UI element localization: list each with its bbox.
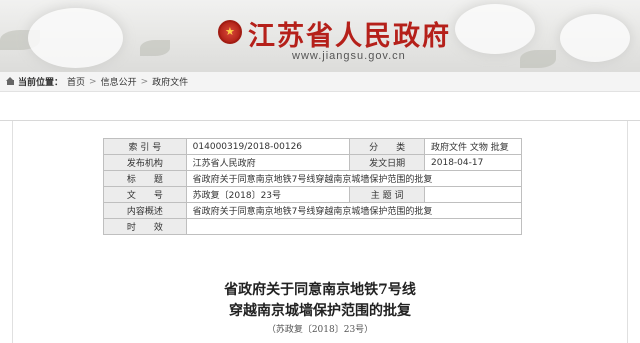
meta-value: 江苏省人民政府: [185, 154, 351, 171]
breadcrumb-label: 当前位置：: [18, 78, 64, 88]
breadcrumb: 当前位置： 首页 > 信息公开 > 政府文件: [0, 72, 640, 92]
meta-value: [185, 218, 523, 235]
breadcrumb-item-gov-documents[interactable]: 政府文件: [152, 75, 188, 88]
breadcrumb-separator: >: [140, 76, 149, 87]
meta-value: 2018-04-17: [424, 154, 522, 171]
table-row: 时 效: [103, 218, 523, 235]
meta-key: 时 效: [103, 218, 187, 235]
home-icon: [6, 77, 15, 86]
meta-key: 主 题 词: [349, 186, 426, 203]
document-meta-table: 索 引 号 014000319/2018-00126 分 类 政府文件 文物 批…: [103, 138, 523, 235]
meta-value: 政府文件 文物 批复: [424, 138, 522, 155]
meta-value: 苏政复〔2018〕23号: [185, 186, 351, 203]
leaf-decoration: [140, 40, 170, 56]
table-row: 内容概述 省政府关于同意南京地铁7号线穿越南京城墙保护范围的批复: [103, 202, 523, 219]
document-title-line-1: 省政府关于同意南京地铁7号线: [224, 282, 416, 298]
header-banner: 江苏省人民政府 www.jiangsu.gov.cn: [0, 0, 640, 72]
table-row: 文 号 苏政复〔2018〕23号 主 题 词: [103, 186, 522, 203]
meta-value: 省政府关于同意南京地铁7号线穿越南京城墙保护范围的批复: [185, 170, 523, 187]
flower-decoration: [28, 8, 123, 68]
meta-key: 发布机构: [103, 154, 187, 171]
meta-key: 分 类: [349, 138, 426, 155]
document-title-line-2: 穿越南京城墙保护范围的批复: [229, 303, 411, 319]
site-logo[interactable]: 江苏省人民政府 www.jiangsu.gov.cn: [218, 14, 454, 66]
breadcrumb-item-home[interactable]: 首页: [67, 75, 85, 88]
site-title: 江苏省人民政府: [248, 21, 451, 52]
site-url: www.jiangsu.gov.cn: [292, 50, 406, 62]
meta-key: 内容概述: [103, 202, 187, 219]
flower-decoration: [455, 4, 535, 54]
flower-decoration: [560, 14, 630, 62]
leaf-decoration: [520, 50, 556, 68]
meta-value: 省政府关于同意南京地铁7号线穿越南京城墙保护范围的批复: [185, 202, 523, 219]
meta-key: 索 引 号: [103, 138, 187, 155]
meta-value: [424, 186, 522, 203]
breadcrumb-item-info-disclosure[interactable]: 信息公开: [101, 75, 137, 88]
table-row: 标 题 省政府关于同意南京地铁7号线穿越南京城墙保护范围的批复: [103, 170, 523, 187]
meta-key: 发文日期: [349, 154, 426, 171]
table-row: 发布机构 江苏省人民政府 发文日期 2018-04-17: [103, 154, 522, 171]
meta-key: 文 号: [103, 186, 187, 203]
table-row: 索 引 号 014000319/2018-00126 分 类 政府文件 文物 批…: [103, 138, 522, 155]
meta-key: 标 题: [103, 170, 187, 187]
breadcrumb-separator: >: [89, 76, 97, 87]
document-number: （苏政复〔2018〕23号）: [266, 325, 374, 335]
meta-value: 014000319/2018-00126: [185, 138, 351, 155]
emblem-icon: [218, 20, 242, 44]
